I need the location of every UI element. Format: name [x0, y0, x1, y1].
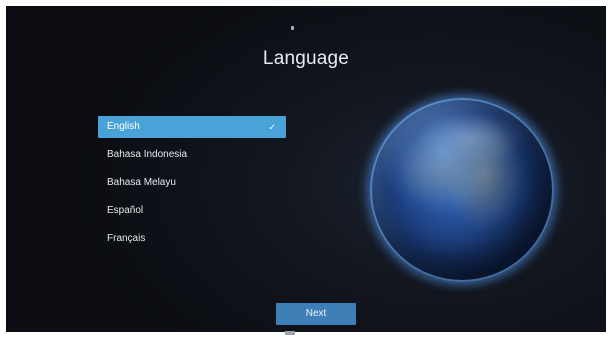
language-option-francais[interactable]: Français [98, 228, 286, 250]
next-button[interactable]: Next [276, 303, 356, 325]
language-option-label: Français [107, 233, 146, 244]
top-indicator [291, 26, 294, 30]
language-option-bahasa-melayu[interactable]: Bahasa Melayu [98, 172, 286, 194]
language-option-bahasa-indonesia[interactable]: Bahasa Indonesia [98, 144, 286, 166]
language-option-label: Bahasa Indonesia [107, 149, 188, 160]
language-option-espanol[interactable]: Español [98, 200, 286, 222]
language-list: English ✓ Bahasa Indonesia Bahasa Melayu… [98, 116, 286, 256]
language-option-label: English [107, 121, 140, 132]
language-option-label: Español [107, 205, 144, 216]
language-option-english[interactable]: English ✓ [98, 116, 286, 138]
bottom-mark [285, 331, 295, 335]
setup-screen: Language English ✓ Bahasa Indonesia Baha… [6, 6, 606, 332]
page-title: Language [262, 48, 350, 69]
check-icon: ✓ [268, 122, 276, 132]
language-option-label: Bahasa Melayu [107, 177, 176, 188]
globe-rim [370, 98, 554, 282]
